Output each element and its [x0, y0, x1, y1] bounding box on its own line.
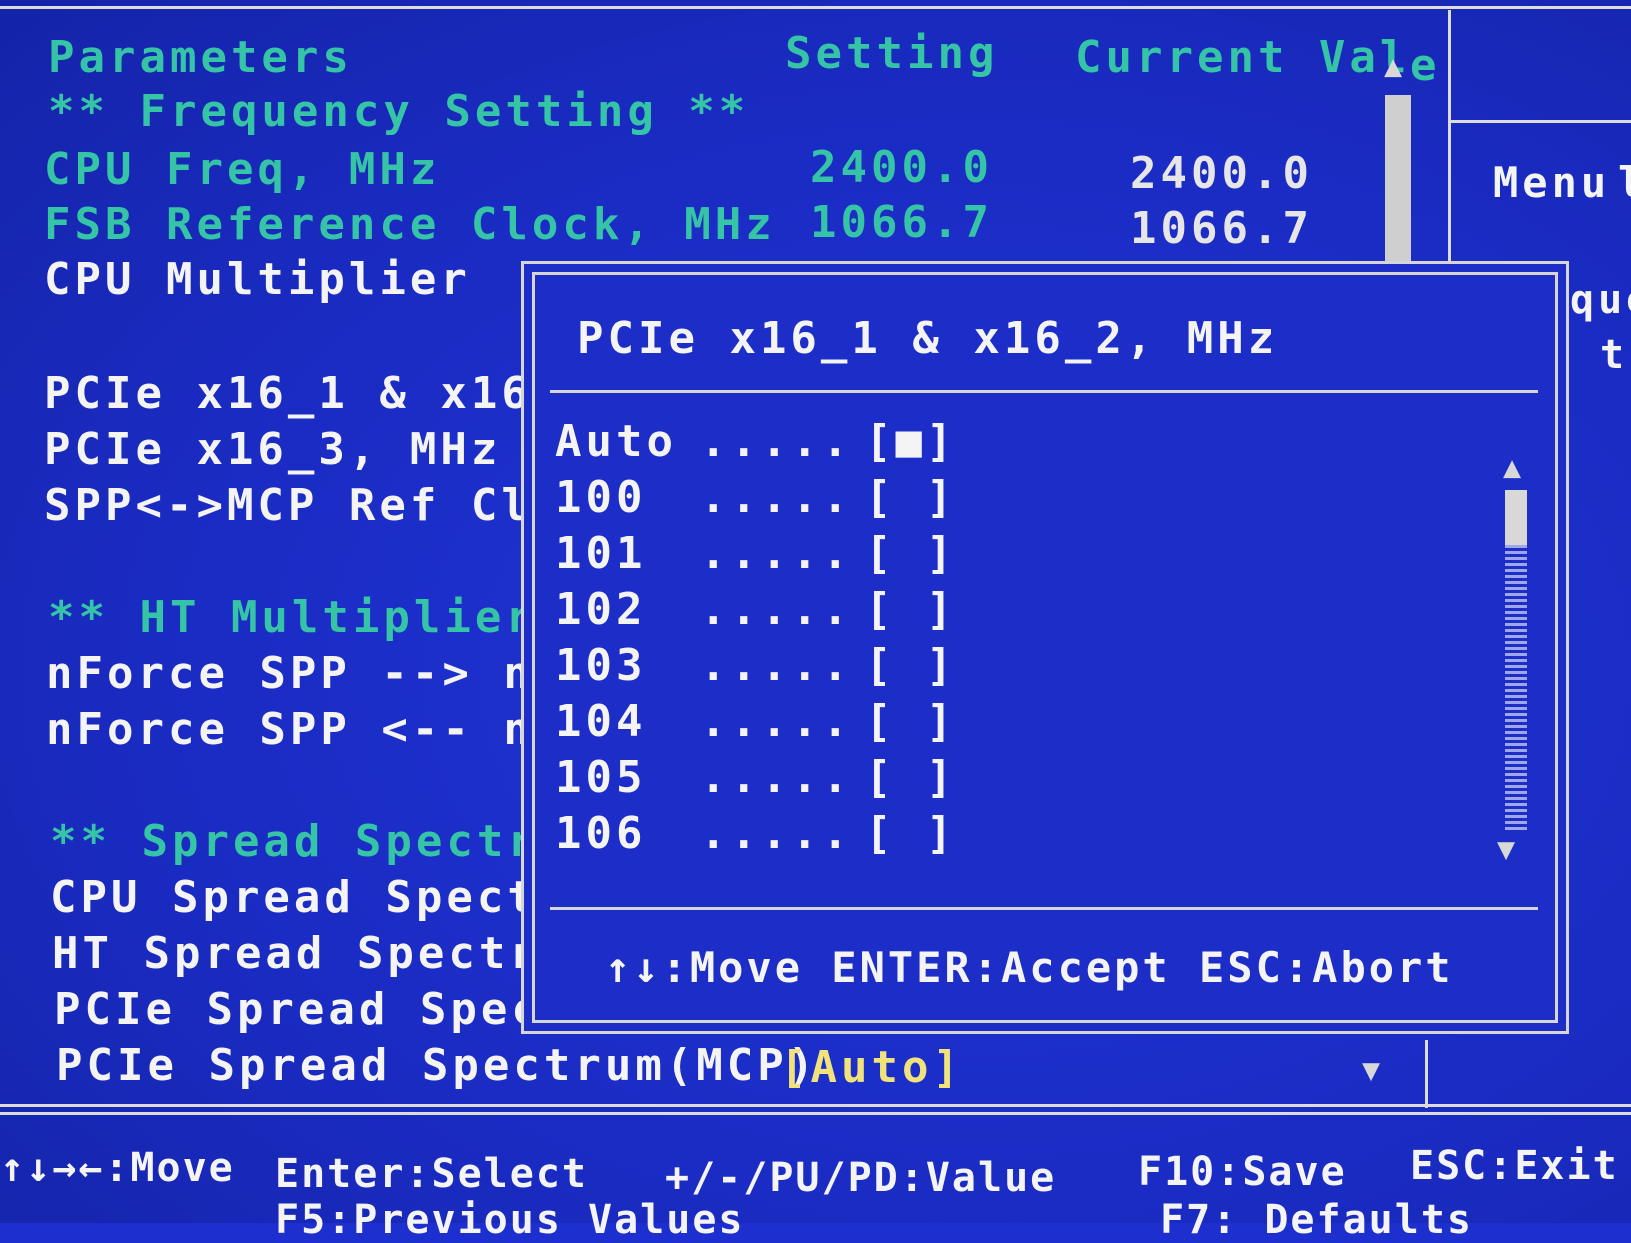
ht-spread-spectrum-item[interactable]: HT Spread Spectru: [52, 932, 570, 976]
menu-label: Menu: [1493, 158, 1611, 207]
panel-divider-bottom: [1425, 1040, 1428, 1108]
menu-label-cut: l: [1618, 162, 1631, 204]
popup-option-label: 100: [555, 472, 647, 523]
footer-defaults-hint: F7: Defaults: [1160, 1197, 1473, 1243]
popup-option-row[interactable]: 102.....[ ]: [535, 588, 1475, 644]
popup-option-label: 101: [555, 528, 647, 579]
panel-divider: [1448, 10, 1451, 266]
main-scroll-down-icon[interactable]: ▼: [1362, 1056, 1380, 1086]
pcie-spread-spectrum-item[interactable]: PCIe Spread Spect: [54, 988, 572, 1032]
nforce-spp-from-item[interactable]: nForce SPP <-- nF: [46, 708, 564, 752]
popup-option-label: 102: [555, 584, 647, 635]
footer-save-hint: F10:Save: [1138, 1149, 1347, 1195]
bios-screen: Parameters Setting Current Val ▲ e Menu …: [0, 0, 1631, 1240]
popup-option-radio[interactable]: [ ]: [865, 476, 956, 520]
popup-footer-separator: [550, 907, 1538, 910]
popup-option-label: 104: [555, 696, 647, 747]
spp-mcp-ref-clock-item[interactable]: SPP<->MCP Ref Clo: [44, 484, 562, 528]
main-scroll-up-icon[interactable]: ▲: [1384, 52, 1402, 82]
ht-multiplier-section-heading: ** HT Multiplier: [48, 592, 536, 643]
main-scrollbar[interactable]: [1385, 95, 1411, 263]
panel-divider-horizontal: [1448, 120, 1631, 123]
popup-option-dots: .....: [700, 584, 853, 635]
popup-scrollbar-thumb[interactable]: [1505, 490, 1527, 545]
popup-option-label: 103: [555, 640, 647, 691]
pcie-spread-spectrum-mcp-item[interactable]: PCIe Spread Spectrum(MCP): [56, 1044, 818, 1088]
footer-move-hint: ↑↓→←:Move: [0, 1145, 235, 1191]
popup-option-radio[interactable]: [ ]: [865, 644, 956, 688]
popup-option-row[interactable]: Auto..... [■]: [535, 420, 1475, 476]
popup-option-radio[interactable]: [ ]: [865, 756, 956, 800]
top-border: [0, 6, 1631, 9]
popup-option-label: 106: [555, 808, 647, 859]
pcie-x16-1-2-item[interactable]: PCIe x16_1 & x16_: [44, 372, 562, 416]
popup-option-radio[interactable]: [ ]: [865, 588, 956, 632]
popup-option-radio[interactable]: [ ]: [865, 812, 956, 856]
footer-exit-hint: ESC:Exit: [1410, 1143, 1619, 1189]
cpu-spread-spectrum-item[interactable]: CPU Spread Spectr: [50, 876, 568, 920]
popup-option-row[interactable]: 105.....[ ]: [535, 756, 1475, 812]
popup-option-dots: .....: [700, 640, 853, 691]
cpu-freq-label: CPU Freq, MHz: [44, 144, 441, 195]
fsb-setting: 1066.7: [810, 197, 993, 248]
nforce-spp-to-item[interactable]: nForce SPP --> nF: [46, 652, 564, 696]
pcie-x16-3-item[interactable]: PCIe x16_3, MHz: [44, 428, 501, 472]
help-text-line1: que: [1570, 277, 1631, 323]
footer-separator: [0, 1104, 1631, 1107]
header-setting: Setting: [785, 28, 999, 79]
footer-separator-2: [0, 1112, 1631, 1115]
popup-title-separator: [550, 390, 1538, 393]
popup-option-row[interactable]: 103.....[ ]: [535, 644, 1475, 700]
popup-option-row[interactable]: 104.....[ ]: [535, 700, 1475, 756]
popup-option-label: 105: [555, 752, 647, 803]
cpu-freq-current: 2400.0: [1130, 148, 1313, 199]
header-current-value-end: e: [1410, 40, 1441, 91]
popup-option-label: Auto: [555, 416, 677, 467]
popup-option-row[interactable]: 101.....[ ]: [535, 532, 1475, 588]
fsb-current: 1066.7: [1130, 203, 1313, 254]
popup-option-radio[interactable]: [ ]: [865, 700, 956, 744]
popup-footer-hints: ↑↓:Move ENTER:Accept ESC:Abort: [605, 943, 1454, 992]
popup-title: PCIe x16_1 & x16_2, MHz: [577, 313, 1279, 364]
popup-option-dots: .....: [700, 416, 853, 467]
help-text-line2: t]: [1600, 332, 1631, 378]
footer-value-hint: +/-/PU/PD:Value: [665, 1155, 1057, 1201]
popup-option-dots: .....: [700, 696, 853, 747]
fsb-label: FSB Reference Clock, MHz: [44, 199, 776, 250]
popup-option-dots: .....: [700, 808, 853, 859]
popup-option-dots: .....: [700, 528, 853, 579]
pcie-spread-spectrum-mcp-value[interactable]: [Auto]: [780, 1046, 963, 1090]
popup-scroll-up-icon[interactable]: ▲: [1503, 453, 1521, 483]
footer-enter-hint: Enter:Select: [275, 1151, 588, 1197]
popup-scroll-down-icon[interactable]: ▼: [1497, 835, 1515, 865]
option-popup-dialog: PCIe x16_1 & x16_2, MHz Auto..... [■] 100.…: [532, 272, 1558, 1023]
popup-option-row[interactable]: 106.....[ ]: [535, 812, 1475, 868]
popup-option-dots: .....: [700, 472, 853, 523]
footer-previous-hint: F5:Previous Values: [275, 1197, 745, 1243]
frequency-section-heading: ** Frequency Setting **: [48, 86, 750, 137]
header-current-value: Current Val: [1075, 32, 1411, 83]
cpu-freq-setting: 2400.0: [810, 142, 993, 193]
popup-option-dots: .....: [700, 752, 853, 803]
cpu-multiplier-item[interactable]: CPU Multiplier: [44, 258, 471, 302]
header-parameters: Parameters: [48, 32, 353, 83]
spread-spectrum-section-heading: ** Spread Spectru: [50, 816, 569, 867]
popup-option-selected-radio[interactable]: [■]: [865, 420, 956, 464]
popup-option-row[interactable]: 100.....[ ]: [535, 476, 1475, 532]
popup-option-radio[interactable]: [ ]: [865, 532, 956, 576]
